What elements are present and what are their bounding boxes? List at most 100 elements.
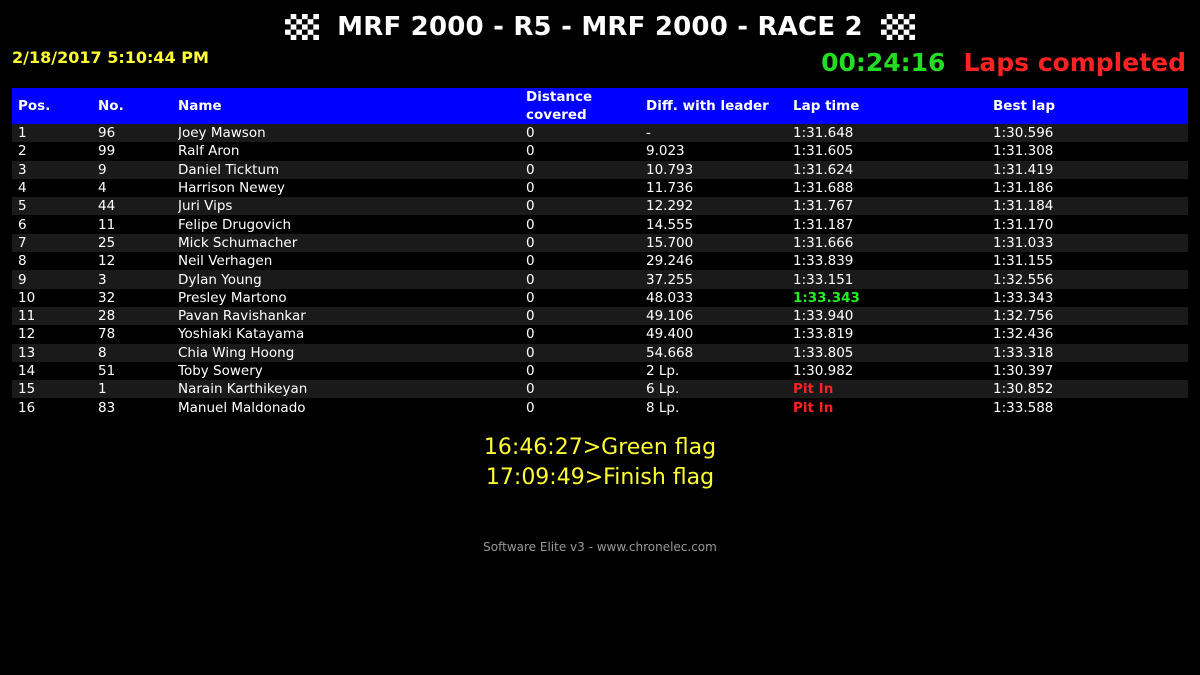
table-row: 13 8 Chia Wing Hoong 0 54.668 1:33.805 1:33.31… [12, 343, 1188, 362]
column-header-distance-line1: Distance [526, 89, 593, 105]
cell-distance: 0 [526, 399, 535, 416]
cell-no: 3 [98, 271, 107, 288]
cell-distance: 0 [526, 180, 535, 197]
cell-best-lap: 1:31.184 [993, 198, 1054, 215]
cell-best-lap: 1:32.756 [993, 308, 1054, 325]
cell-lap-time: 1:33.343 [793, 289, 860, 306]
table-row: 11 28 Pavan Ravishankar 0 49.106 1:33.940 1:32… [12, 306, 1188, 326]
table-row: 2 99 Ralf Aron 0 9.023 1:31.605 1:31.308 [12, 142, 1188, 160]
cell-no: 12 [98, 253, 116, 270]
cell-name: Juri Vips [178, 198, 233, 215]
table-row: 4 4 Harrison Newey 0 11.736 1:31.688 1:31.186 [12, 179, 1188, 197]
cell-distance: 0 [526, 253, 535, 270]
cell-name: Yoshiaki Katayama [178, 326, 305, 343]
cell-lap-time: 1:31.666 [793, 234, 854, 251]
cell-no: 96 [98, 125, 116, 142]
column-header-diff: Diff. with leader [646, 98, 769, 114]
column-header-no: No. [98, 98, 124, 114]
cell-distance: 0 [526, 125, 535, 142]
cell-best-lap: 1:31.033 [993, 234, 1054, 251]
cell-lap-time: 1:31.648 [793, 125, 854, 142]
cell-lap-time: 1:33.940 [793, 308, 854, 325]
cell-name: Presley Martono [178, 289, 287, 306]
cell-diff: 6 Lp. [646, 381, 680, 398]
cell-diff: - [646, 125, 651, 142]
cell-no: 9 [98, 161, 107, 178]
cell-best-lap: 1:32.436 [993, 326, 1054, 343]
cell-pos: 8 [18, 253, 27, 270]
cell-best-lap: 1:30.596 [993, 125, 1054, 142]
elapsed-time: 00:24:16 [821, 48, 946, 77]
cell-name: Chia Wing Hoong [178, 344, 295, 361]
title-row: MRF 2000 - R5 - MRF 2000 - RACE 2 [0, 12, 1200, 42]
cell-distance: 0 [526, 143, 535, 160]
clock-row: 00:24:16 Laps completed [821, 48, 1186, 77]
checkered-flag-icon [285, 14, 320, 40]
table-row: 8 12 Neil Verhagen 0 29.246 1:33.839 1:31.155 [12, 252, 1188, 270]
cell-no: 83 [98, 399, 116, 416]
table-row: 10 32 Presley Martono 0 48.033 1:33.343 1:33.3… [12, 289, 1188, 307]
cell-name: Daniel Ticktum [178, 161, 280, 178]
cell-no: 4 [98, 180, 107, 197]
cell-diff: 48.033 [646, 289, 694, 306]
cell-lap-time: 1:33.819 [793, 326, 854, 343]
cell-lap-time: 1:33.839 [793, 253, 854, 270]
table-row: 16 83 Manuel Maldonado 0 8 Lp. Pit In 1:33.588 [12, 398, 1188, 416]
cell-pos: 15 [18, 381, 36, 398]
cell-lap-time: 1:30.982 [793, 363, 854, 379]
cell-diff: 15.700 [646, 234, 694, 251]
cell-best-lap: 1:31.155 [993, 253, 1054, 270]
cell-no: 8 [98, 344, 107, 361]
cell-pos: 6 [18, 216, 27, 233]
cell-pos: 9 [18, 271, 27, 288]
cell-no: 1 [98, 381, 107, 398]
cell-lap-time: 1:31.688 [793, 180, 854, 197]
cell-distance: 0 [526, 326, 535, 343]
cell-distance: 0 [526, 381, 535, 398]
column-header-distance: Distance covered [526, 88, 646, 124]
table-row: 14 51 Toby Sowery 0 2 Lp. 1:30.982 1:30.397 [12, 362, 1188, 380]
cell-name: Dylan Young [178, 271, 262, 288]
race-message: 17:09:49>Finish flag [485, 465, 715, 490]
cell-distance: 0 [526, 308, 535, 325]
table-row: 12 78 Yoshiaki Katayama 0 49.400 1:33.819 1:32… [12, 325, 1188, 343]
cell-best-lap: 1:33.318 [993, 344, 1054, 361]
cell-lap-time: Pit In [793, 381, 834, 398]
cell-pos: 12 [18, 326, 36, 343]
column-header-name: Name [178, 98, 222, 114]
table-row: 9 3 Dylan Young 0 37.255 1:33.151 1:32.556 [12, 270, 1188, 289]
column-header-distance-line2: covered [526, 107, 587, 123]
cell-no: 44 [98, 198, 116, 215]
cell-diff: 9.023 [646, 143, 685, 160]
table-row: 7 25 Mick Schumacher 0 15.700 1:31.666 1:31.03… [12, 233, 1188, 253]
cell-no: 51 [98, 363, 116, 379]
session-status: Laps completed [963, 48, 1186, 77]
cell-best-lap: 1:31.186 [993, 180, 1054, 197]
cell-diff: 49.106 [646, 308, 694, 325]
cell-no: 99 [98, 143, 116, 160]
footer-credit: Software Elite v3 - www.chronelec.com [483, 540, 717, 554]
cell-pos: 3 [18, 161, 27, 178]
cell-best-lap: 1:30.852 [993, 381, 1054, 398]
cell-distance: 0 [526, 363, 535, 379]
cell-name: Neil Verhagen [178, 253, 273, 270]
cell-best-lap: 1:30.397 [993, 363, 1054, 379]
table-row: 1 96 Joey Mawson 0 - 1:31.648 1:30.596 [12, 124, 1188, 143]
cell-name: Manuel Maldonado [178, 399, 306, 416]
cell-lap-time: 1:31.605 [793, 143, 854, 160]
cell-best-lap: 1:31.419 [993, 161, 1054, 178]
cell-name: Joey Mawson [178, 125, 266, 142]
cell-no: 28 [98, 308, 116, 325]
cell-diff: 37.255 [646, 271, 694, 288]
cell-name: Felipe Drugovich [178, 216, 292, 233]
cell-distance: 0 [526, 216, 535, 233]
table-row: 3 9 Daniel Ticktum 0 10.793 1:31.624 1:31.419 [12, 160, 1188, 179]
cell-name: Narain Karthikeyan [178, 381, 308, 398]
race-messages: 16:46:27>Green flag 17:09:49>Finish flag [0, 433, 1200, 493]
cell-pos: 13 [18, 344, 36, 361]
cell-no: 78 [98, 326, 116, 343]
cell-lap-time: 1:31.767 [793, 198, 854, 215]
cell-best-lap: 1:33.588 [993, 399, 1054, 416]
table-row: 5 44 Juri Vips 0 12.292 1:31.767 1:31.184 [12, 197, 1188, 216]
cell-best-lap: 1:32.556 [993, 271, 1054, 288]
